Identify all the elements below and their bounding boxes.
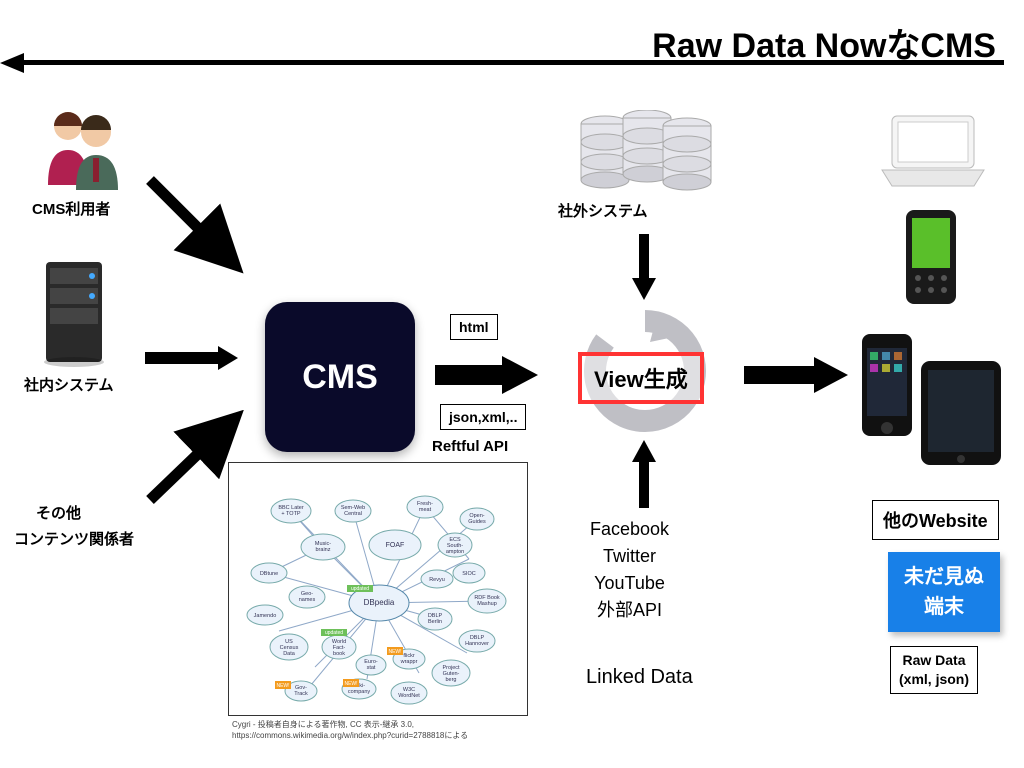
svg-text:company: company [348, 689, 371, 695]
format-html-box: html [450, 314, 498, 340]
external-api-list: Facebook Twitter YouTube 外部API [590, 516, 669, 624]
svg-text:Mashup: Mashup [477, 601, 497, 607]
svg-text:Revyu: Revyu [429, 577, 445, 583]
svg-text:Berlin: Berlin [428, 619, 442, 625]
svg-text:updated: updated [351, 586, 369, 592]
rawdata-l2: (xml, json) [899, 670, 969, 689]
smartphone-icon [858, 332, 916, 440]
arrow-internal-to-cms [140, 338, 240, 378]
svg-text:names: names [299, 597, 316, 603]
unseen-l1: 未だ見ぬ [904, 562, 984, 592]
raw-data-box: Raw Data (xml, json) [890, 646, 978, 694]
cms-users-label: CMS利用者 [32, 198, 110, 219]
arrow-users-to-cms [140, 170, 250, 280]
svg-text:SIOC: SIOC [462, 571, 475, 577]
svg-text:Jamendo: Jamendo [254, 613, 277, 619]
rule-arrowhead [0, 53, 24, 73]
arrow-view-to-devices [740, 350, 850, 400]
svg-text:Central: Central [344, 511, 362, 517]
cms-box: CMS [265, 302, 415, 452]
svg-text:meat: meat [419, 507, 432, 513]
svg-text:Guides: Guides [468, 519, 486, 525]
svg-text:NEW!: NEW! [344, 681, 357, 687]
others-label-1: その他 [36, 502, 81, 523]
ext-l2: Twitter [590, 543, 669, 570]
feature-phone-icon [902, 208, 960, 308]
others-label-2: コンテンツ関係者 [14, 528, 134, 549]
view-generation-box: View生成 [578, 352, 704, 404]
other-website-box: 他のWebsite [872, 500, 999, 540]
linked-data-label: Linked Data [586, 666, 693, 689]
svg-text:+ TOTP: + TOTP [281, 511, 301, 517]
ext-l4: 外部API [590, 597, 669, 624]
svg-text:wrappr: wrappr [400, 659, 418, 665]
arrow-cms-to-view [430, 350, 540, 400]
svg-text:Data: Data [283, 651, 296, 657]
svg-text:NEW!: NEW! [276, 683, 289, 689]
svg-text:book: book [333, 651, 345, 657]
svg-text:DBpedia: DBpedia [364, 598, 395, 607]
database-stack-icon [570, 110, 720, 198]
svg-text:berg: berg [445, 677, 456, 683]
svg-text:NEW!: NEW! [388, 649, 401, 655]
ext-l3: YouTube [590, 570, 669, 597]
restful-api-label: Reftful API [432, 438, 508, 455]
laptop-icon [878, 112, 988, 190]
svg-text:FOAF: FOAF [386, 542, 405, 549]
lod-caption-1: Cygri - 投稿者自身による著作物, CC 表示-継承 3.0, [232, 720, 414, 730]
lod-caption-2: https://commons.wikimedia.org/w/index.ph… [232, 731, 468, 741]
unseen-device-box: 未だ見ぬ 端末 [888, 552, 1000, 632]
horizontal-rule [20, 60, 1004, 65]
ext-l1: Facebook [590, 516, 669, 543]
internal-system-label: 社内システム [24, 374, 114, 395]
svg-text:ampton: ampton [446, 549, 464, 555]
users-icon [38, 100, 128, 190]
format-json-box: json,xml,.. [440, 404, 526, 430]
svg-text:Hannover: Hannover [465, 641, 489, 647]
svg-text:stat: stat [367, 665, 376, 671]
arrow-ext-down [624, 230, 664, 304]
arrow-api-up [624, 438, 664, 512]
external-system-label: 社外システム [558, 200, 648, 221]
svg-text:DBtune: DBtune [260, 571, 278, 577]
cms-box-label: CMS [302, 358, 378, 397]
svg-text:Track: Track [294, 691, 308, 697]
rawdata-l1: Raw Data [899, 651, 969, 670]
svg-text:brainz: brainz [316, 547, 331, 553]
lod-cloud-diagram: BBC Later+ TOTP Sem-WebCentral Fresh-mea… [228, 462, 528, 716]
server-icon [40, 258, 118, 368]
svg-text:updated: updated [325, 630, 343, 636]
tablet-icon [918, 358, 1004, 470]
svg-text:WordNet: WordNet [398, 693, 420, 699]
unseen-l2: 端末 [904, 592, 984, 622]
